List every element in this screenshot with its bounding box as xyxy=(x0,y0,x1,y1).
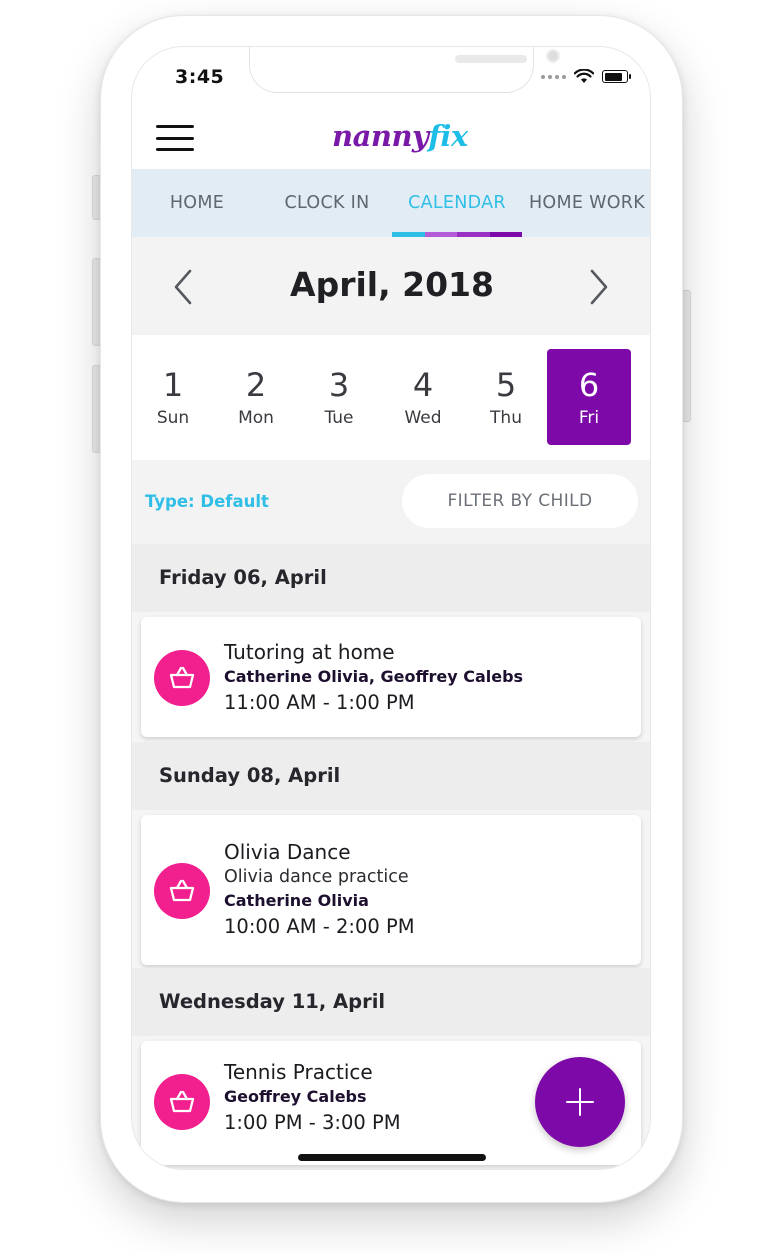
home-indicator[interactable] xyxy=(298,1154,486,1161)
phone-power-button xyxy=(682,290,691,422)
add-event-button[interactable] xyxy=(535,1057,625,1147)
filter-by-child-button[interactable]: FILTER BY CHILD xyxy=(402,474,638,528)
month-title: April, 2018 xyxy=(290,265,494,304)
day-number: 5 xyxy=(495,366,517,404)
tab-bar: HOME CLOCK IN CALENDAR HOME WORK xyxy=(132,169,650,237)
status-bar: 3:45 xyxy=(132,47,650,109)
tab-label: HOME xyxy=(169,193,225,213)
day-1[interactable]: 1 Sun xyxy=(132,349,215,445)
app-screen: 3:45 nannyfix HOME CLOCK IN CALENDAR HOM… xyxy=(131,46,651,1170)
day-number: 6 xyxy=(578,366,600,404)
event-time: 11:00 AM - 1:00 PM xyxy=(224,691,415,714)
tab-label: CALENDAR xyxy=(408,193,506,213)
event-time: 10:00 AM - 2:00 PM xyxy=(224,915,415,938)
day-number: 3 xyxy=(328,366,350,404)
day-3[interactable]: 3 Tue xyxy=(297,349,381,445)
status-icons xyxy=(541,69,631,84)
date-header-label: Friday 06, April xyxy=(159,566,327,589)
nannyfix-logo: nannyfix xyxy=(332,119,468,153)
day-name: Mon xyxy=(238,408,274,428)
day-name: Thu xyxy=(490,408,522,428)
basket-icon xyxy=(154,650,210,706)
day-name: Wed xyxy=(404,408,442,428)
event-time: 1:00 PM - 3:00 PM xyxy=(224,1111,401,1134)
status-time: 3:45 xyxy=(175,66,225,88)
tab-home[interactable]: HOME xyxy=(132,169,262,237)
day-name: Tue xyxy=(324,408,354,428)
event-people: Catherine Olivia xyxy=(224,891,369,910)
date-header: Sunday 08, April xyxy=(132,742,650,810)
chevron-right-icon[interactable] xyxy=(580,267,616,307)
event-title: Tennis Practice xyxy=(224,1060,373,1084)
front-camera xyxy=(546,49,560,63)
day-name: Fri xyxy=(578,408,600,428)
date-header-label: Sunday 08, April xyxy=(159,764,341,787)
day-number: 1 xyxy=(162,366,184,404)
tab-home-work[interactable]: HOME WORK xyxy=(522,169,650,237)
event-title: Olivia Dance xyxy=(224,840,351,864)
basket-icon xyxy=(154,1074,210,1130)
day-5[interactable]: 5 Thu xyxy=(464,349,548,445)
tab-clock-in[interactable]: CLOCK IN xyxy=(262,169,392,237)
event-card[interactable]: Olivia Dance Olivia dance practice Cathe… xyxy=(141,815,641,965)
event-people: Catherine Olivia, Geoffrey Calebs xyxy=(224,667,524,686)
event-title: Tutoring at home xyxy=(224,640,395,664)
filter-row: Type: Default FILTER BY CHILD xyxy=(132,460,650,544)
tab-label: CLOCK IN xyxy=(284,193,370,213)
day-number: 2 xyxy=(245,366,267,404)
event-card[interactable]: Tutoring at home Catherine Olivia, Geoff… xyxy=(141,617,641,737)
day-name: Sun xyxy=(156,408,190,428)
basket-icon xyxy=(154,863,210,919)
event-list: Olivia Dance Olivia dance practice Cathe… xyxy=(132,810,650,968)
notch xyxy=(249,47,560,93)
app-header: nannyfix xyxy=(132,109,650,169)
event-people: Geoffrey Calebs xyxy=(224,1087,367,1106)
day-4[interactable]: 4 Wed xyxy=(381,349,465,445)
date-header-label: Wednesday 11, April xyxy=(159,990,386,1013)
day-2[interactable]: 2 Mon xyxy=(214,349,298,445)
speaker-grille xyxy=(455,55,527,63)
date-header: Friday 06, April xyxy=(132,544,650,612)
signal-icon xyxy=(541,74,566,79)
wifi-icon xyxy=(574,69,594,83)
tab-calendar[interactable]: CALENDAR xyxy=(392,169,522,237)
event-subtitle: Olivia dance practice xyxy=(224,867,409,887)
date-header: Wednesday 11, April xyxy=(132,968,650,1036)
tab-label: HOME WORK xyxy=(528,193,646,213)
day-6-selected[interactable]: 6 Fri xyxy=(547,349,631,445)
type-label[interactable]: Type: Default xyxy=(145,492,269,511)
day-number: 4 xyxy=(412,366,434,404)
event-list: Tutoring at home Catherine Olivia, Geoff… xyxy=(132,612,650,742)
plus-icon xyxy=(566,1088,594,1116)
day-selector: 1 Sun 2 Mon 3 Tue 4 Wed 5 Thu 6 Fri xyxy=(132,335,650,460)
battery-icon xyxy=(602,70,631,83)
month-navigation: April, 2018 xyxy=(132,237,650,335)
hamburger-menu-icon[interactable] xyxy=(156,125,194,151)
